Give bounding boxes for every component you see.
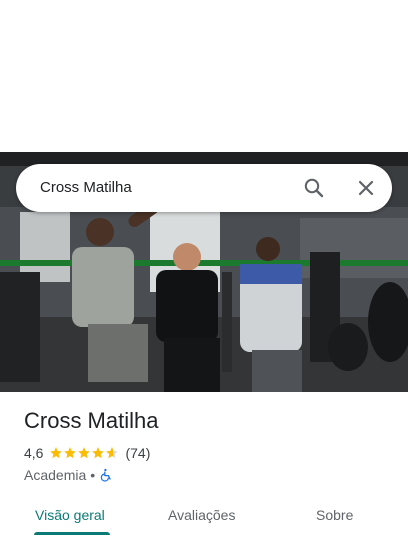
tab-overview[interactable]: Visão geral xyxy=(35,504,105,526)
rating-stars xyxy=(49,446,119,460)
star-icon xyxy=(50,447,63,459)
star-icon xyxy=(92,447,105,459)
star-icon xyxy=(78,447,91,459)
category-label: Academia xyxy=(24,467,87,483)
reviews-count[interactable]: (74) xyxy=(125,445,150,461)
search-input[interactable]: Cross Matilha xyxy=(40,164,132,212)
star-icon xyxy=(64,447,77,459)
close-icon[interactable] xyxy=(354,176,378,200)
search-bar[interactable]: Cross Matilha xyxy=(16,164,392,212)
tab-reviews[interactable]: Avaliações xyxy=(168,504,235,526)
place-tabs: Visão geral Avaliações Sobre xyxy=(0,492,408,544)
rating-row[interactable]: 4,6 (74) xyxy=(24,444,150,462)
rating-value: 4,6 xyxy=(24,445,44,461)
place-title: Cross Matilha xyxy=(24,408,159,433)
wheelchair-icon xyxy=(99,468,113,482)
star-half-icon xyxy=(106,447,119,459)
tab-about[interactable]: Sobre xyxy=(316,504,353,526)
category-row: Academia • xyxy=(24,466,113,484)
active-tab-indicator xyxy=(34,532,110,535)
separator: • xyxy=(90,467,96,483)
search-icon[interactable] xyxy=(302,176,326,200)
